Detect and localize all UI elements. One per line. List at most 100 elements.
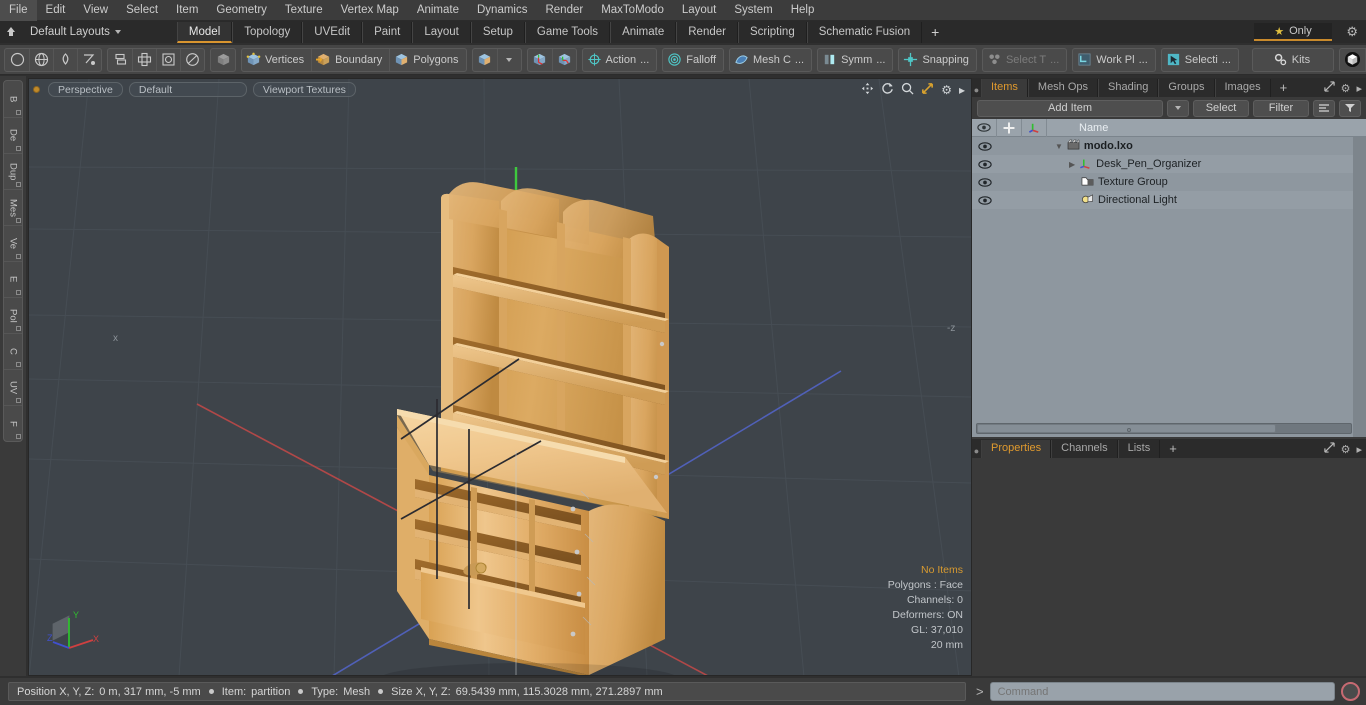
falloff-button[interactable]: Falloff bbox=[663, 49, 723, 71]
item-list-vertical-scrollbar[interactable] bbox=[1353, 137, 1366, 437]
stack-icon[interactable] bbox=[108, 49, 132, 71]
expand-icon[interactable] bbox=[1323, 81, 1335, 95]
tree-expand-icon[interactable]: ▶ bbox=[1069, 160, 1075, 169]
menu-item-file[interactable]: File bbox=[0, 0, 37, 21]
item-row-mesh[interactable]: ▶ Desk_Pen_Organizer bbox=[1047, 157, 1366, 172]
chevron-down-icon[interactable] bbox=[496, 48, 521, 71]
panel-menu-icon[interactable]: ● bbox=[972, 85, 981, 97]
layout-selector[interactable]: Default Layouts bbox=[22, 22, 129, 43]
select-through-button[interactable]: Select T ... bbox=[983, 49, 1066, 71]
scrollbar-thumb[interactable] bbox=[977, 424, 1277, 433]
tab-paint[interactable]: Paint bbox=[362, 22, 413, 43]
left-tab-fur[interactable]: F bbox=[4, 405, 22, 441]
add-properties-tab-button[interactable]: + bbox=[1160, 440, 1186, 458]
menu-item-vertex-map[interactable]: Vertex Map bbox=[332, 0, 408, 21]
eye-icon[interactable] bbox=[972, 191, 997, 209]
tab-schematic-fusion[interactable]: Schematic Fusion bbox=[806, 22, 923, 43]
left-tab-edge[interactable]: E bbox=[4, 261, 22, 297]
fit-icon[interactable] bbox=[921, 82, 934, 97]
left-tab-polygon[interactable]: Pol bbox=[4, 297, 22, 333]
select-button[interactable]: Select bbox=[1193, 99, 1249, 117]
tab-render[interactable]: Render bbox=[676, 22, 738, 43]
snapping-button[interactable]: Snapping bbox=[899, 49, 976, 71]
tab-layout[interactable]: Layout bbox=[412, 22, 471, 43]
tab-scripting[interactable]: Scripting bbox=[737, 22, 807, 43]
vertices-button[interactable]: Vertices bbox=[242, 49, 311, 71]
cube-grey-icon[interactable] bbox=[211, 49, 235, 71]
add-panel-tab-button[interactable]: + bbox=[1271, 79, 1297, 97]
item-list[interactable]: ▼ modo.lxo ▶ Desk_Pen_Organizer Texture … bbox=[972, 137, 1366, 437]
expand-icon[interactable] bbox=[1323, 442, 1335, 456]
add-tab-button[interactable]: + bbox=[922, 22, 949, 43]
funnel-icon[interactable] bbox=[1339, 99, 1361, 117]
action-center-button[interactable]: Action ... bbox=[583, 49, 657, 71]
viewport-3d[interactable]: x -z Perspective Default Viewport Textur… bbox=[28, 78, 972, 676]
chevron-right-icon[interactable]: ▸ bbox=[1356, 82, 1362, 95]
curve-icon[interactable] bbox=[77, 48, 101, 71]
item-row-scene[interactable]: ▼ modo.lxo bbox=[1047, 139, 1366, 153]
viewport-shading-button[interactable]: Default bbox=[128, 81, 247, 97]
globe-icon[interactable] bbox=[29, 48, 53, 71]
pen-icon[interactable] bbox=[53, 48, 77, 71]
tab-uvedit[interactable]: UVEdit bbox=[302, 22, 363, 43]
tab-shading[interactable]: Shading bbox=[1098, 79, 1159, 97]
eye-icon[interactable] bbox=[972, 155, 997, 173]
item-list-horizontal-scrollbar[interactable] bbox=[976, 423, 1352, 434]
table-row[interactable]: Directional Light bbox=[972, 191, 1366, 209]
circle-icon[interactable] bbox=[5, 49, 29, 71]
list-options-icon[interactable] bbox=[1313, 99, 1335, 117]
left-tab-uv[interactable]: UV bbox=[4, 369, 22, 405]
item-row-texture-group[interactable]: Texture Group bbox=[1047, 175, 1366, 190]
menu-item-edit[interactable]: Edit bbox=[37, 0, 75, 21]
left-tab-curve[interactable]: C bbox=[4, 333, 22, 369]
tab-topology[interactable]: Topology bbox=[232, 22, 303, 43]
menu-item-texture[interactable]: Texture bbox=[276, 0, 332, 21]
workplane-button[interactable]: Work Pl ... bbox=[1073, 49, 1154, 71]
tab-game-tools[interactable]: Game Tools bbox=[524, 22, 611, 43]
menu-item-view[interactable]: View bbox=[74, 0, 117, 21]
tree-expand-icon[interactable]: ▼ bbox=[1055, 142, 1063, 151]
tab-images[interactable]: Images bbox=[1214, 79, 1271, 97]
add-item-button[interactable]: Add Item bbox=[977, 99, 1163, 117]
table-row[interactable]: ▶ Desk_Pen_Organizer bbox=[972, 155, 1366, 173]
selection-button[interactable]: Selecti ... bbox=[1162, 49, 1238, 71]
chevron-right-icon[interactable]: ▸ bbox=[959, 84, 965, 96]
frame-icon[interactable] bbox=[156, 48, 180, 71]
menu-item-dynamics[interactable]: Dynamics bbox=[468, 0, 536, 21]
tab-properties[interactable]: Properties bbox=[981, 440, 1052, 458]
command-input[interactable] bbox=[989, 682, 1335, 701]
add-item-dropdown[interactable] bbox=[1167, 99, 1189, 117]
home-icon[interactable] bbox=[0, 22, 22, 43]
left-tab-basic[interactable]: B bbox=[4, 81, 22, 117]
menu-item-system[interactable]: System bbox=[725, 0, 781, 21]
tab-items[interactable]: Items bbox=[981, 79, 1028, 97]
tab-mesh-ops[interactable]: Mesh Ops bbox=[1027, 79, 1099, 97]
chevron-right-icon[interactable]: ▸ bbox=[1356, 443, 1362, 456]
left-tab-mesh[interactable]: Mes bbox=[4, 189, 22, 225]
cube-pivot-b-icon[interactable] bbox=[551, 48, 576, 71]
menu-item-item[interactable]: Item bbox=[167, 0, 207, 21]
item-row-light[interactable]: Directional Light bbox=[1047, 193, 1366, 208]
menu-item-help[interactable]: Help bbox=[782, 0, 824, 21]
menu-item-geometry[interactable]: Geometry bbox=[207, 0, 276, 21]
tab-lists[interactable]: Lists bbox=[1117, 440, 1161, 458]
tab-groups[interactable]: Groups bbox=[1158, 79, 1215, 97]
left-tab-deform[interactable]: De bbox=[4, 117, 22, 153]
table-row[interactable]: Texture Group bbox=[972, 173, 1366, 191]
left-tab-vertex[interactable]: Ve bbox=[4, 225, 22, 261]
tab-animate[interactable]: Animate bbox=[610, 22, 677, 43]
viewport-perspective-button[interactable]: Perspective bbox=[48, 81, 123, 97]
kits-button[interactable]: Kits bbox=[1253, 49, 1333, 71]
menu-item-render[interactable]: Render bbox=[536, 0, 592, 21]
symmetry-button[interactable]: Symm ... bbox=[818, 49, 892, 71]
mesh-constraint-button[interactable]: Mesh C ... bbox=[730, 49, 811, 71]
align-icon[interactable] bbox=[132, 48, 156, 71]
gear-icon[interactable]: ⚙ bbox=[1346, 24, 1358, 40]
only-button[interactable]: ★ Only bbox=[1254, 23, 1332, 41]
gear-icon[interactable]: ⚙ bbox=[941, 84, 952, 96]
eye-icon[interactable] bbox=[972, 137, 997, 155]
boundary-button[interactable]: Boundary bbox=[311, 48, 389, 71]
table-row[interactable]: ▼ modo.lxo bbox=[972, 137, 1366, 155]
tab-channels[interactable]: Channels bbox=[1051, 440, 1118, 458]
polygons-button[interactable]: Polygons bbox=[389, 48, 465, 71]
